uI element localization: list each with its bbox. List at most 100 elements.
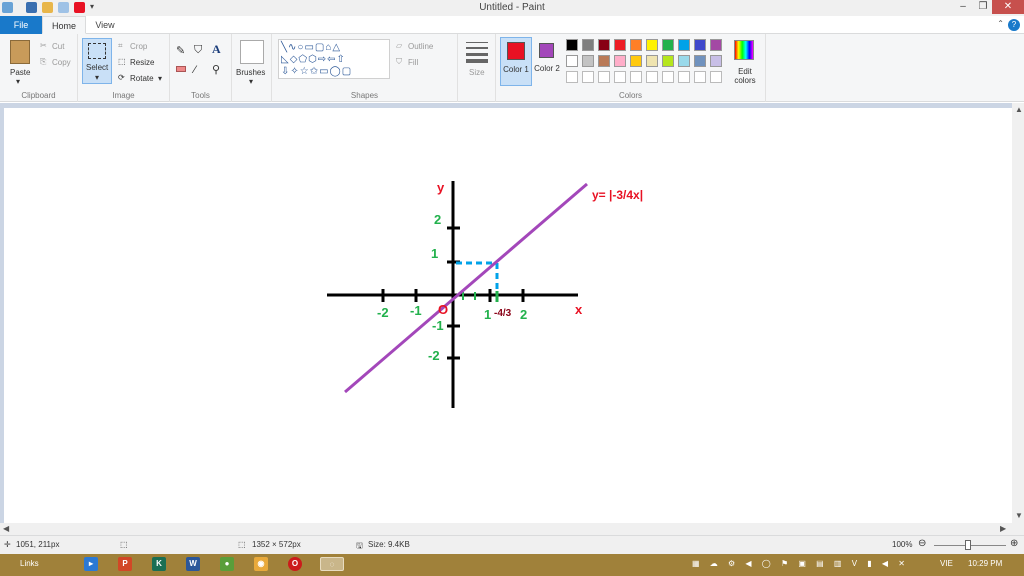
palette-swatch[interactable] — [582, 39, 594, 51]
palette-swatch[interactable] — [710, 71, 722, 83]
collapse-ribbon-icon[interactable]: ⌃ — [997, 19, 1004, 28]
paste-icon[interactable] — [10, 40, 30, 64]
tab-view[interactable]: View — [86, 16, 124, 34]
palette-swatch[interactable] — [630, 71, 642, 83]
palette-swatch[interactable] — [566, 55, 578, 67]
opera-icon[interactable]: O — [288, 557, 302, 571]
palette-swatch[interactable] — [614, 71, 626, 83]
brushes-button[interactable]: Brushes — [236, 68, 265, 77]
palette-swatch[interactable] — [662, 39, 674, 51]
paste-dropdown-icon[interactable]: ▾ — [16, 77, 20, 86]
palette-swatch[interactable] — [582, 55, 594, 67]
rotate-icon[interactable]: ⟳ — [118, 73, 125, 82]
brush-icon[interactable] — [240, 40, 264, 64]
shapes-gallery[interactable]: ╲∿○▭▢⌂△ ◺◇⬠⬡⇨⇦⇧ ⇩✧☆✩▭◯▢ — [278, 39, 390, 79]
tab-home[interactable]: Home — [42, 16, 86, 34]
color2-button[interactable]: Color 2 — [534, 37, 562, 86]
select-button[interactable]: Select ▾ — [82, 38, 112, 84]
powerpoint-icon[interactable]: P — [118, 557, 132, 571]
crop-button[interactable]: Crop — [130, 42, 147, 51]
fill-button[interactable]: Fill — [408, 58, 418, 67]
vertical-scrollbar[interactable]: ▲ ▼ — [1012, 103, 1024, 523]
color2-swatch — [539, 43, 554, 58]
tab-file[interactable]: File — [0, 16, 42, 34]
scroll-left-icon[interactable]: ◀ — [3, 524, 9, 533]
clock[interactable]: 10:29 PM — [968, 559, 1002, 568]
palette-swatch[interactable] — [566, 39, 578, 51]
fill-bucket-icon[interactable]: ⛉ — [194, 44, 202, 57]
copy-button[interactable]: Copy — [52, 58, 71, 67]
palette-swatch[interactable] — [614, 55, 626, 67]
minimize-icon[interactable]: – — [952, 0, 974, 14]
drawing-canvas[interactable]: y= |-3/4x| x y O -2 -1 1 -4/3 2 2 1 -1 -… — [4, 108, 1012, 523]
help-icon[interactable]: ? — [1008, 19, 1020, 31]
zoom-slider-thumb[interactable] — [965, 540, 971, 550]
resize-button[interactable]: Resize — [130, 58, 154, 67]
brushes-dropdown-icon[interactable]: ▾ — [249, 77, 253, 86]
horizontal-scrollbar[interactable]: ◀ ▶ — [0, 523, 1024, 535]
y-axis-label: y — [437, 180, 445, 195]
copy-icon[interactable]: ⎘ — [40, 57, 46, 67]
zoom-out-icon[interactable]: ⊖ — [918, 538, 926, 549]
scroll-right-icon[interactable]: ▶ — [1000, 524, 1006, 533]
outline-button[interactable]: Outline — [408, 42, 433, 51]
chrome-icon[interactable]: ◉ — [254, 557, 268, 571]
word-icon[interactable]: W — [186, 557, 200, 571]
size-icon[interactable] — [466, 42, 488, 63]
palette-swatch[interactable] — [710, 55, 722, 67]
explorer-icon[interactable]: ▸ — [84, 557, 98, 571]
paint-taskbar-icon[interactable]: ◌ — [320, 557, 344, 571]
palette-swatch[interactable] — [694, 71, 706, 83]
links-toolbar[interactable]: Links — [20, 559, 39, 568]
palette-swatch[interactable] — [694, 55, 706, 67]
edit-colors-icon[interactable] — [734, 40, 754, 60]
palette-swatch[interactable] — [630, 39, 642, 51]
rotate-dropdown-icon[interactable]: ▾ — [158, 74, 162, 83]
palette-swatch[interactable] — [630, 55, 642, 67]
palette-swatch[interactable] — [646, 55, 658, 67]
restore-icon[interactable]: ❐ — [974, 0, 992, 14]
palette-swatch[interactable] — [678, 71, 690, 83]
fill-icon[interactable]: ⛉ — [396, 57, 402, 67]
palette-swatch[interactable] — [678, 39, 690, 51]
close-icon[interactable]: ✕ — [992, 0, 1024, 14]
palette-swatch[interactable] — [662, 71, 674, 83]
outline-icon[interactable]: ▱ — [396, 41, 402, 50]
zoom-slider[interactable] — [934, 540, 1006, 550]
palette-swatch[interactable] — [598, 39, 610, 51]
resize-icon[interactable]: ⬚ — [118, 57, 126, 66]
palette-swatch[interactable] — [710, 39, 722, 51]
text-tool-icon[interactable]: A — [212, 42, 221, 57]
palette-swatch[interactable] — [582, 71, 594, 83]
cut-icon[interactable]: ✂ — [40, 41, 47, 50]
image-group: Select ▾ ⌗ Crop ⬚ Resize ⟳ Rotate ▾ Imag… — [78, 34, 170, 102]
scroll-down-icon[interactable]: ▼ — [1015, 511, 1023, 520]
palette-swatch[interactable] — [646, 39, 658, 51]
zoom-in-icon[interactable]: ⊕ — [1010, 538, 1018, 549]
magnifier-icon[interactable]: ⚲ — [212, 63, 220, 76]
equation-label: y= |-3/4x| — [592, 188, 643, 202]
eraser-icon[interactable] — [176, 66, 186, 72]
palette-swatch[interactable] — [694, 39, 706, 51]
pencil-icon[interactable]: ✎ — [176, 44, 185, 57]
scroll-up-icon[interactable]: ▲ — [1015, 105, 1023, 114]
palette-swatch[interactable] — [678, 55, 690, 67]
size-button[interactable]: Size — [469, 68, 485, 77]
colors-group: Color 1 Color 2 Edit colors Colors — [496, 34, 766, 102]
color-picker-icon[interactable]: ⁄ — [194, 64, 196, 76]
palette-swatch[interactable] — [598, 71, 610, 83]
green-app-icon[interactable]: ● — [220, 557, 234, 571]
palette-swatch[interactable] — [598, 55, 610, 67]
cut-button[interactable]: Cut — [52, 42, 64, 51]
kaspersky-icon[interactable]: K — [152, 557, 166, 571]
palette-swatch[interactable] — [646, 71, 658, 83]
rotate-button[interactable]: Rotate — [130, 74, 154, 83]
palette-swatch[interactable] — [614, 39, 626, 51]
edit-colors-button[interactable]: Edit colors — [732, 67, 758, 85]
palette-swatch[interactable] — [566, 71, 578, 83]
paste-button[interactable]: Paste — [10, 68, 30, 77]
crop-icon[interactable]: ⌗ — [118, 41, 123, 51]
color1-button[interactable]: Color 1 — [500, 37, 532, 86]
palette-swatch[interactable] — [662, 55, 674, 67]
language-indicator[interactable]: VIE — [940, 559, 953, 568]
